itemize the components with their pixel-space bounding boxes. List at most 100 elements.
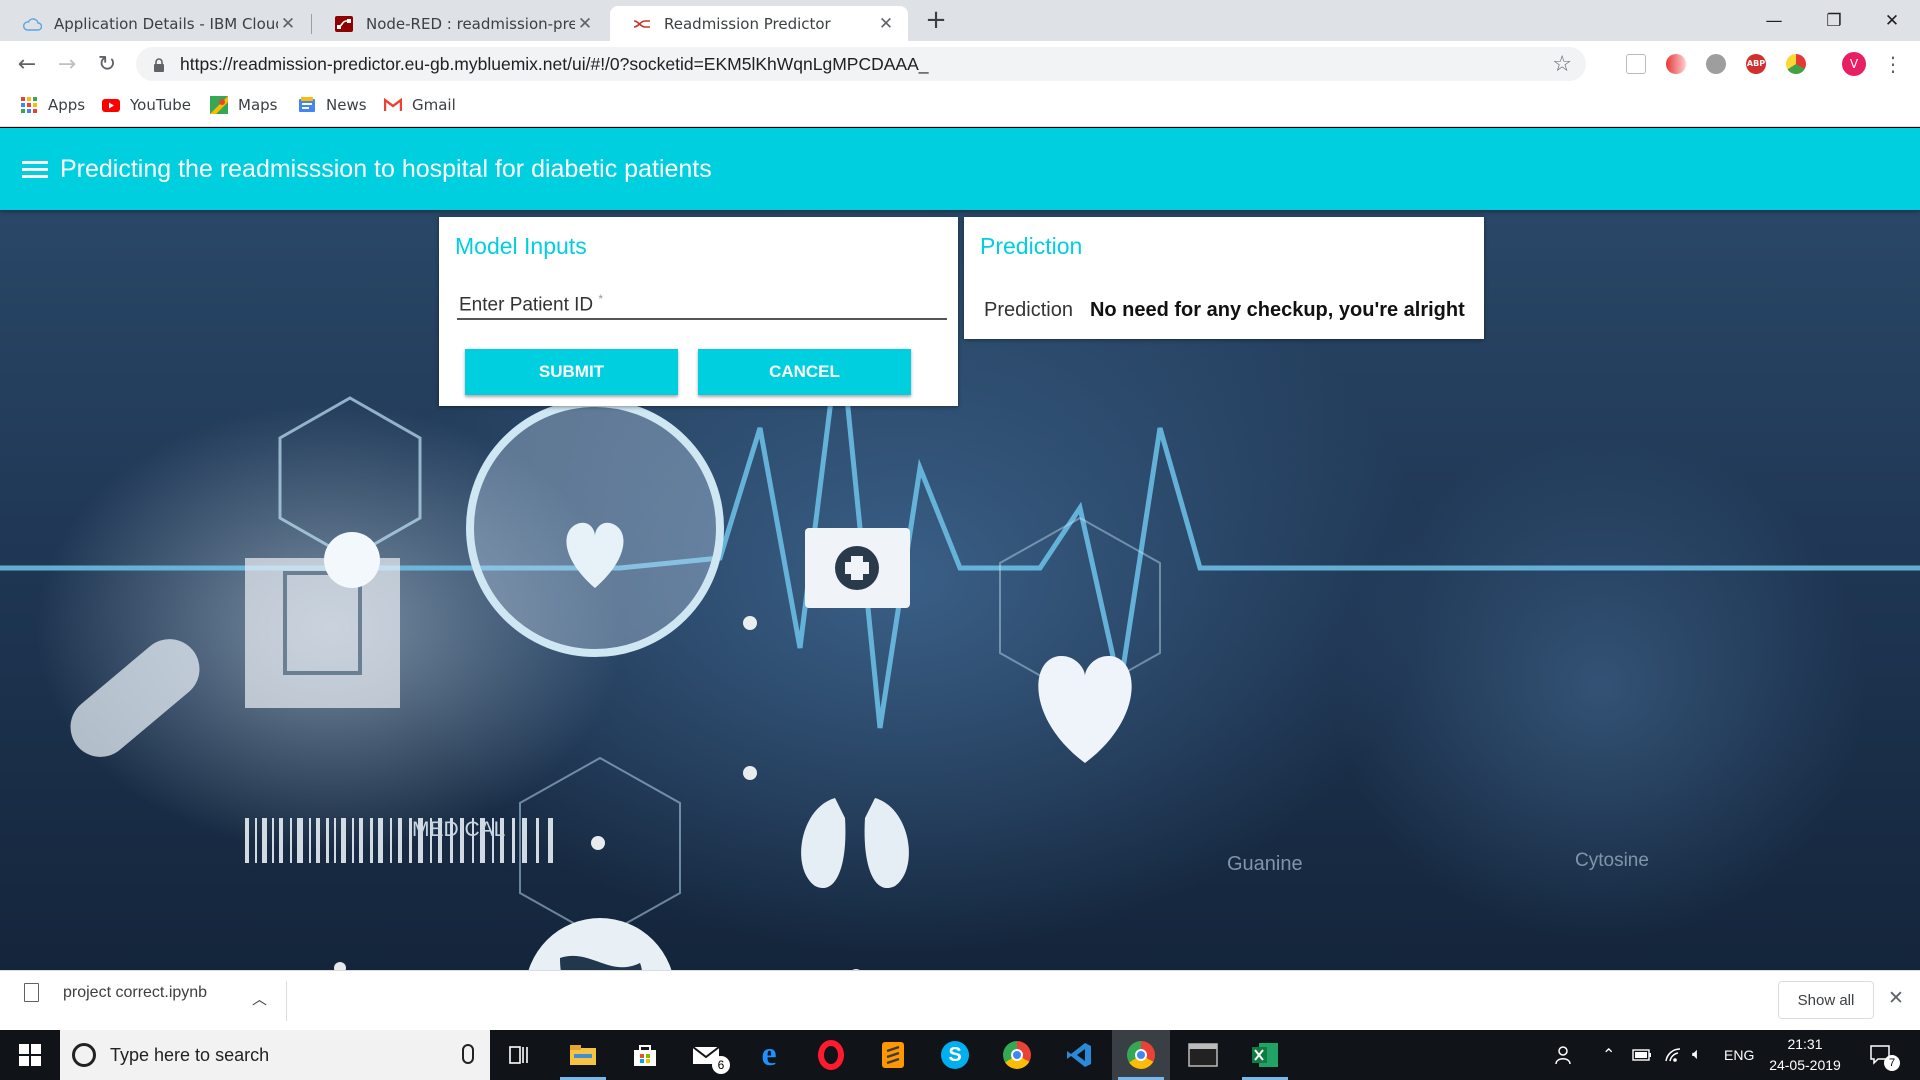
extension-pocket-icon[interactable] xyxy=(1626,54,1646,74)
chevron-up-icon[interactable]: ︿ xyxy=(252,988,267,1009)
taskbar-search[interactable]: Type here to search xyxy=(60,1030,490,1080)
node-red-icon xyxy=(334,15,354,33)
tab-title: Application Details - IBM Cloud xyxy=(54,14,278,33)
chrome-icon[interactable] xyxy=(988,1030,1046,1080)
browser-tab-strip: Application Details - IBM Cloud ✕ Node-R… xyxy=(0,0,1920,41)
clock-time: 21:31 xyxy=(1787,1036,1823,1052)
language-indicator[interactable]: ENG xyxy=(1724,1030,1754,1080)
extension-colorful-icon[interactable] xyxy=(1786,54,1806,74)
edge-icon[interactable]: e xyxy=(740,1030,798,1080)
notification-center-icon[interactable]: 7 xyxy=(1870,1030,1908,1080)
bookmark-apps[interactable]: Apps xyxy=(20,96,85,114)
download-shelf: project correct.ipynb ︿ Show all ✕ xyxy=(0,970,1920,1030)
close-icon[interactable]: ✕ xyxy=(575,14,595,34)
youtube-icon xyxy=(102,97,120,113)
skype-icon[interactable]: S xyxy=(926,1030,984,1080)
patient-id-input[interactable]: Enter Patient ID * xyxy=(459,292,603,316)
store-icon[interactable] xyxy=(616,1030,674,1080)
show-all-button[interactable]: Show all xyxy=(1778,981,1874,1019)
system-clock[interactable]: 21:31 24-05-2019 xyxy=(1760,1034,1850,1076)
chrome-active-icon[interactable] xyxy=(1112,1030,1170,1080)
news-icon xyxy=(298,97,316,113)
extension-red-icon[interactable] xyxy=(1666,54,1686,74)
adblock-icon[interactable]: ABP xyxy=(1746,54,1766,74)
chevron-up-icon[interactable]: ⌃ xyxy=(1602,1030,1615,1080)
new-tab-button[interactable]: + xyxy=(922,6,950,34)
maps-icon xyxy=(210,96,228,114)
bookmark-label: Apps xyxy=(48,96,86,114)
bookmark-news[interactable]: News xyxy=(298,96,367,114)
cortana-icon xyxy=(72,1043,96,1067)
bookmark-label: Gmail xyxy=(412,96,456,114)
battery-icon[interactable] xyxy=(1632,1030,1652,1080)
apps-grid-icon xyxy=(20,97,38,113)
cloud-icon xyxy=(22,15,42,33)
card-title-model-inputs: Model Inputs xyxy=(455,233,587,259)
back-icon[interactable]: ← xyxy=(12,49,42,79)
vscode-icon[interactable] xyxy=(1050,1030,1108,1080)
opera-icon[interactable] xyxy=(802,1030,860,1080)
required-mark: * xyxy=(598,292,604,306)
bookmark-label: News xyxy=(326,96,367,114)
reload-icon[interactable]: ↻ xyxy=(92,49,122,79)
bookmark-star-icon[interactable]: ☆ xyxy=(1552,52,1572,77)
microphone-icon[interactable] xyxy=(462,1044,474,1064)
menu-kebab-icon[interactable]: ⋮ xyxy=(1878,49,1908,79)
bookmarks-bar: Apps YouTube Maps News Gmail xyxy=(0,87,1920,127)
task-view-icon[interactable] xyxy=(490,1030,548,1080)
excel-icon[interactable] xyxy=(1236,1030,1294,1080)
wifi-icon[interactable] xyxy=(1664,1030,1684,1080)
close-icon[interactable]: ✕ xyxy=(278,14,298,34)
submit-button[interactable]: SUBMIT xyxy=(465,349,678,395)
start-button[interactable] xyxy=(0,1030,60,1080)
tab-readmission-predictor[interactable]: Readmission Predictor ✕ xyxy=(610,6,908,41)
tab-title: Readmission Predictor xyxy=(664,14,831,33)
background-label-medical: MEDICAL xyxy=(412,818,506,841)
volume-icon[interactable]: 🔈︎ xyxy=(1692,1030,1702,1080)
page-title: Predicting the readmisssion to hospital … xyxy=(60,154,712,183)
page-content: MEDICAL Guanine Cytosine Predicting the … xyxy=(0,128,1920,970)
patient-id-label: Enter Patient ID xyxy=(459,294,594,316)
node-red-flow-icon xyxy=(632,15,652,33)
close-icon[interactable]: ✕ xyxy=(876,14,896,34)
close-icon[interactable]: ✕ xyxy=(1888,987,1904,1009)
profile-avatar[interactable]: V xyxy=(1842,52,1866,76)
download-file-name: project correct.ipynb xyxy=(63,983,208,1001)
download-item[interactable]: project correct.ipynb xyxy=(24,983,207,1002)
bookmark-maps[interactable]: Maps xyxy=(210,96,277,114)
mail-icon[interactable]: 6 xyxy=(678,1030,736,1080)
restore-button[interactable]: ❐ xyxy=(1806,0,1862,41)
browser-toolbar: ← → ↻ https://readmission-predictor.eu-g… xyxy=(0,41,1920,87)
hamburger-menu-icon[interactable] xyxy=(22,157,48,182)
prediction-card: Prediction Prediction No need for any ch… xyxy=(964,217,1484,339)
url-text: https://readmission-predictor.eu-gb.mybl… xyxy=(180,53,929,74)
bookmark-gmail[interactable]: Gmail xyxy=(384,96,456,114)
cancel-button[interactable]: CANCEL xyxy=(698,349,911,395)
windows-taskbar: Type here to search 6 e S ⌃ 🔈︎ ENG 21:31… xyxy=(0,1030,1920,1080)
tab-ibm-cloud[interactable]: Application Details - IBM Cloud ✕ xyxy=(0,6,310,41)
background-label-guanine: Guanine xyxy=(1227,853,1303,875)
app-header: Predicting the readmisssion to hospital … xyxy=(0,128,1920,210)
search-placeholder: Type here to search xyxy=(110,1044,270,1065)
window-close-button[interactable]: ✕ xyxy=(1864,0,1920,41)
extension-cloud-icon[interactable] xyxy=(1706,54,1726,74)
tab-node-red[interactable]: Node-RED : readmission-predictor ✕ xyxy=(312,6,607,41)
prediction-row: Prediction No need for any checkup, you'… xyxy=(984,299,1465,322)
bookmark-label: YouTube xyxy=(130,96,191,114)
terminal-icon[interactable] xyxy=(1174,1030,1232,1080)
file-explorer-icon[interactable] xyxy=(554,1030,612,1080)
file-icon xyxy=(24,983,39,1002)
card-title-prediction: Prediction xyxy=(980,233,1083,259)
windows-logo-icon xyxy=(19,1044,41,1066)
prediction-label: Prediction xyxy=(984,299,1073,321)
mail-badge: 6 xyxy=(712,1056,730,1074)
shelf-divider xyxy=(286,981,287,1021)
tab-title: Node-RED : readmission-predictor xyxy=(366,14,575,33)
forward-icon[interactable]: → xyxy=(52,49,82,79)
sublime-text-icon[interactable] xyxy=(864,1030,922,1080)
people-icon[interactable] xyxy=(1554,1030,1576,1080)
bookmark-label: Maps xyxy=(238,96,278,114)
address-bar[interactable]: https://readmission-predictor.eu-gb.mybl… xyxy=(136,47,1586,81)
bookmark-youtube[interactable]: YouTube xyxy=(102,96,191,114)
minimize-button[interactable]: — xyxy=(1746,0,1802,41)
